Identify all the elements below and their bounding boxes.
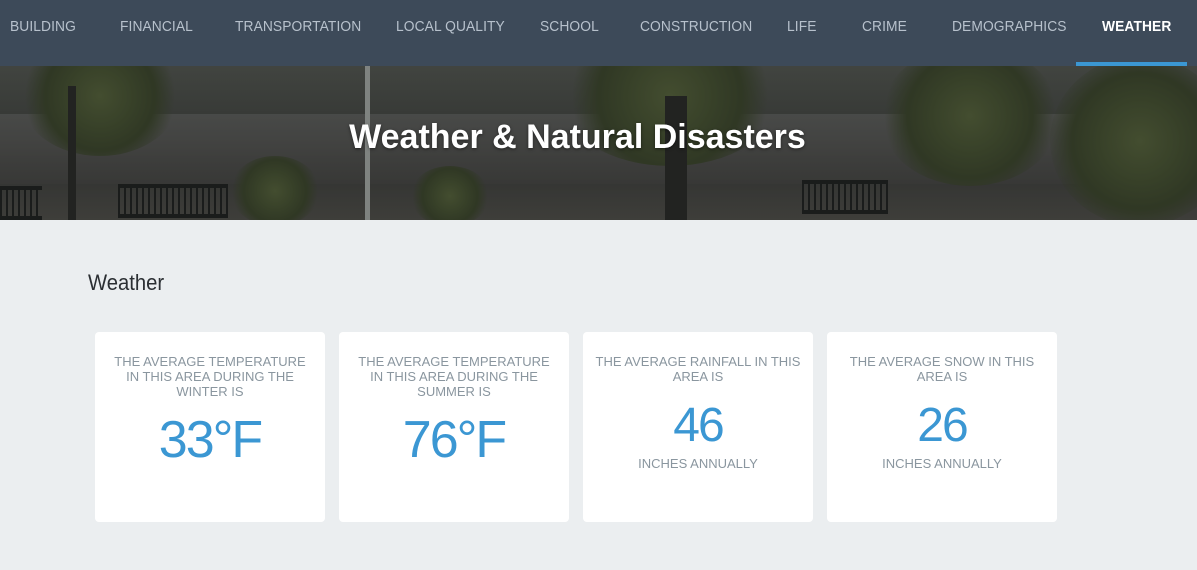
page-title: Weather & Natural Disasters xyxy=(349,118,806,156)
card-value: 46 xyxy=(673,399,724,452)
weather-card-snow: THE AVERAGE SNOW IN THIS AREA IS 26 INCH… xyxy=(827,332,1057,522)
card-unit: INCHES ANNUALLY xyxy=(882,456,1002,471)
nav-item-financial[interactable]: FINANCIAL xyxy=(120,0,193,66)
nav-item-weather[interactable]: WEATHER xyxy=(1102,0,1171,66)
hero-banner: Weather & Natural Disasters xyxy=(0,66,1197,220)
card-value: 26 xyxy=(917,399,968,452)
weather-card-rainfall: THE AVERAGE RAINFALL IN THIS AREA IS 46 … xyxy=(583,332,813,522)
card-label: THE AVERAGE SNOW IN THIS AREA IS xyxy=(849,354,1035,384)
card-label: THE AVERAGE TEMPERATURE IN THIS AREA DUR… xyxy=(114,354,306,399)
nav-item-crime[interactable]: CRIME xyxy=(862,0,907,66)
section-title-weather: Weather xyxy=(88,270,165,295)
nav-item-local-quality[interactable]: LOCAL QUALITY xyxy=(396,0,505,66)
card-value: 76°F xyxy=(402,411,507,469)
card-label: THE AVERAGE TEMPERATURE IN THIS AREA DUR… xyxy=(358,354,550,399)
top-nav: BUILDING FINANCIAL TRANSPORTATION LOCAL … xyxy=(0,0,1197,66)
card-label: THE AVERAGE RAINFALL IN THIS AREA IS xyxy=(595,354,801,384)
card-value: 33°F xyxy=(158,411,263,469)
nav-item-life[interactable]: LIFE xyxy=(787,0,817,66)
weather-card-summer-temp: THE AVERAGE TEMPERATURE IN THIS AREA DUR… xyxy=(339,332,569,522)
nav-item-school[interactable]: SCHOOL xyxy=(540,0,599,66)
nav-item-demographics[interactable]: DEMOGRAPHICS xyxy=(952,0,1067,66)
weather-card-winter-temp: THE AVERAGE TEMPERATURE IN THIS AREA DUR… xyxy=(95,332,325,522)
nav-item-transportation[interactable]: TRANSPORTATION xyxy=(235,0,361,66)
card-unit: INCHES ANNUALLY xyxy=(638,456,758,471)
nav-item-construction[interactable]: CONSTRUCTION xyxy=(640,0,752,66)
nav-item-building[interactable]: BUILDING xyxy=(10,0,76,66)
